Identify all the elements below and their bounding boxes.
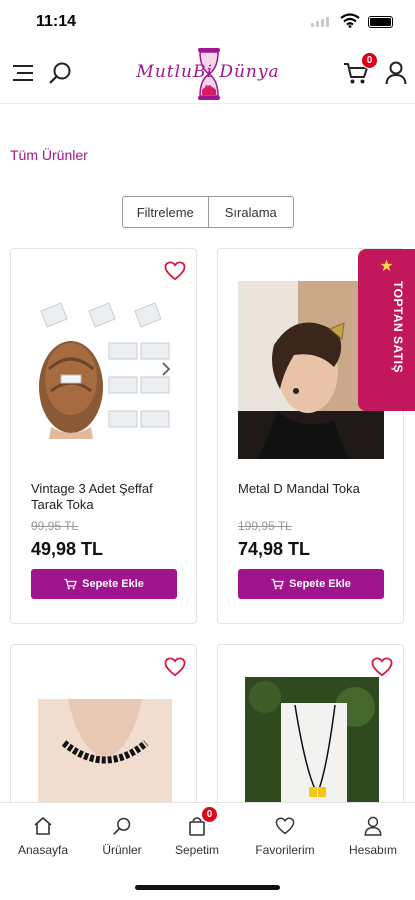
sort-button[interactable]: Sıralama bbox=[209, 197, 294, 227]
search-icon[interactable] bbox=[46, 58, 74, 88]
nav-account[interactable]: Hesabım bbox=[333, 815, 413, 857]
product-old-price: 99,95 TL bbox=[31, 519, 79, 533]
nav-favorites-label: Favorilerim bbox=[255, 843, 315, 857]
product-old-price: 199,95 TL bbox=[238, 519, 292, 533]
logo-text: MutluBi Dünya bbox=[136, 62, 280, 82]
breadcrumb[interactable]: Tüm Ürünler bbox=[10, 147, 88, 163]
filter-sort-bar: Filtreleme Sıralama bbox=[122, 196, 294, 228]
add-to-cart-button[interactable]: Sepete Ekle bbox=[238, 569, 384, 599]
filter-button[interactable]: Filtreleme bbox=[123, 197, 209, 227]
product-image[interactable] bbox=[38, 699, 172, 814]
nav-products-label: Ürünler bbox=[102, 843, 142, 857]
home-icon bbox=[3, 815, 83, 837]
product-card[interactable]: Vintage 3 Adet Şeffaf Tarak Toka 99,95 T… bbox=[10, 248, 197, 624]
product-card[interactable] bbox=[217, 644, 404, 814]
cart-icon bbox=[271, 578, 285, 590]
nav-home-label: Anasayfa bbox=[17, 843, 69, 857]
nav-cart-badge: 0 bbox=[201, 806, 218, 823]
add-to-cart-button[interactable]: Sepete Ekle bbox=[31, 569, 177, 599]
nav-products[interactable]: Ürünler bbox=[82, 815, 162, 857]
product-image[interactable] bbox=[31, 299, 177, 439]
product-image[interactable] bbox=[245, 677, 379, 814]
wholesale-tab[interactable]: ★ TOPTAN SATIŞ bbox=[358, 249, 415, 411]
nav-account-label: Hesabım bbox=[348, 843, 398, 857]
product-name[interactable]: Vintage 3 Adet Şeffaf Tarak Toka bbox=[31, 481, 184, 513]
wifi-icon bbox=[340, 13, 360, 28]
search-icon bbox=[82, 815, 162, 837]
battery-icon bbox=[368, 16, 393, 28]
user-icon[interactable] bbox=[382, 58, 410, 88]
signal-icon bbox=[311, 17, 329, 27]
nav-favorites[interactable]: Favorilerim bbox=[245, 815, 325, 857]
product-price: 49,98 TL bbox=[31, 539, 104, 559]
home-indicator bbox=[135, 885, 280, 890]
favorite-heart-icon[interactable] bbox=[164, 261, 186, 281]
add-to-cart-label: Sepete Ekle bbox=[289, 578, 351, 590]
star-icon: ★ bbox=[379, 258, 394, 275]
favorite-heart-icon[interactable] bbox=[371, 657, 393, 677]
cart-icon[interactable]: 0 bbox=[342, 52, 378, 88]
bag-icon: 0 bbox=[157, 806, 237, 837]
status-time: 11:14 bbox=[36, 13, 77, 30]
product-name[interactable]: Metal D Mandal Toka bbox=[238, 481, 391, 497]
favorite-heart-icon[interactable] bbox=[164, 657, 186, 677]
app-header: MutluBi Dünya 0 bbox=[0, 44, 415, 104]
nav-home[interactable]: Anasayfa bbox=[3, 815, 83, 857]
cart-icon bbox=[64, 578, 78, 590]
cart-count-badge: 0 bbox=[361, 52, 378, 69]
wholesale-label: TOPTAN SATIŞ bbox=[391, 281, 405, 374]
add-to-cart-label: Sepete Ekle bbox=[82, 578, 144, 590]
product-price: 74,98 TL bbox=[238, 539, 311, 559]
menu-icon[interactable] bbox=[10, 58, 38, 88]
heart-icon bbox=[245, 815, 325, 837]
brand-logo[interactable]: MutluBi Dünya bbox=[128, 46, 288, 102]
user-icon bbox=[333, 815, 413, 837]
nav-cart[interactable]: 0 Sepetim bbox=[157, 806, 237, 857]
nav-cart-label: Sepetim bbox=[174, 843, 220, 857]
status-bar: 11:14 bbox=[0, 0, 415, 44]
product-card[interactable] bbox=[10, 644, 197, 814]
